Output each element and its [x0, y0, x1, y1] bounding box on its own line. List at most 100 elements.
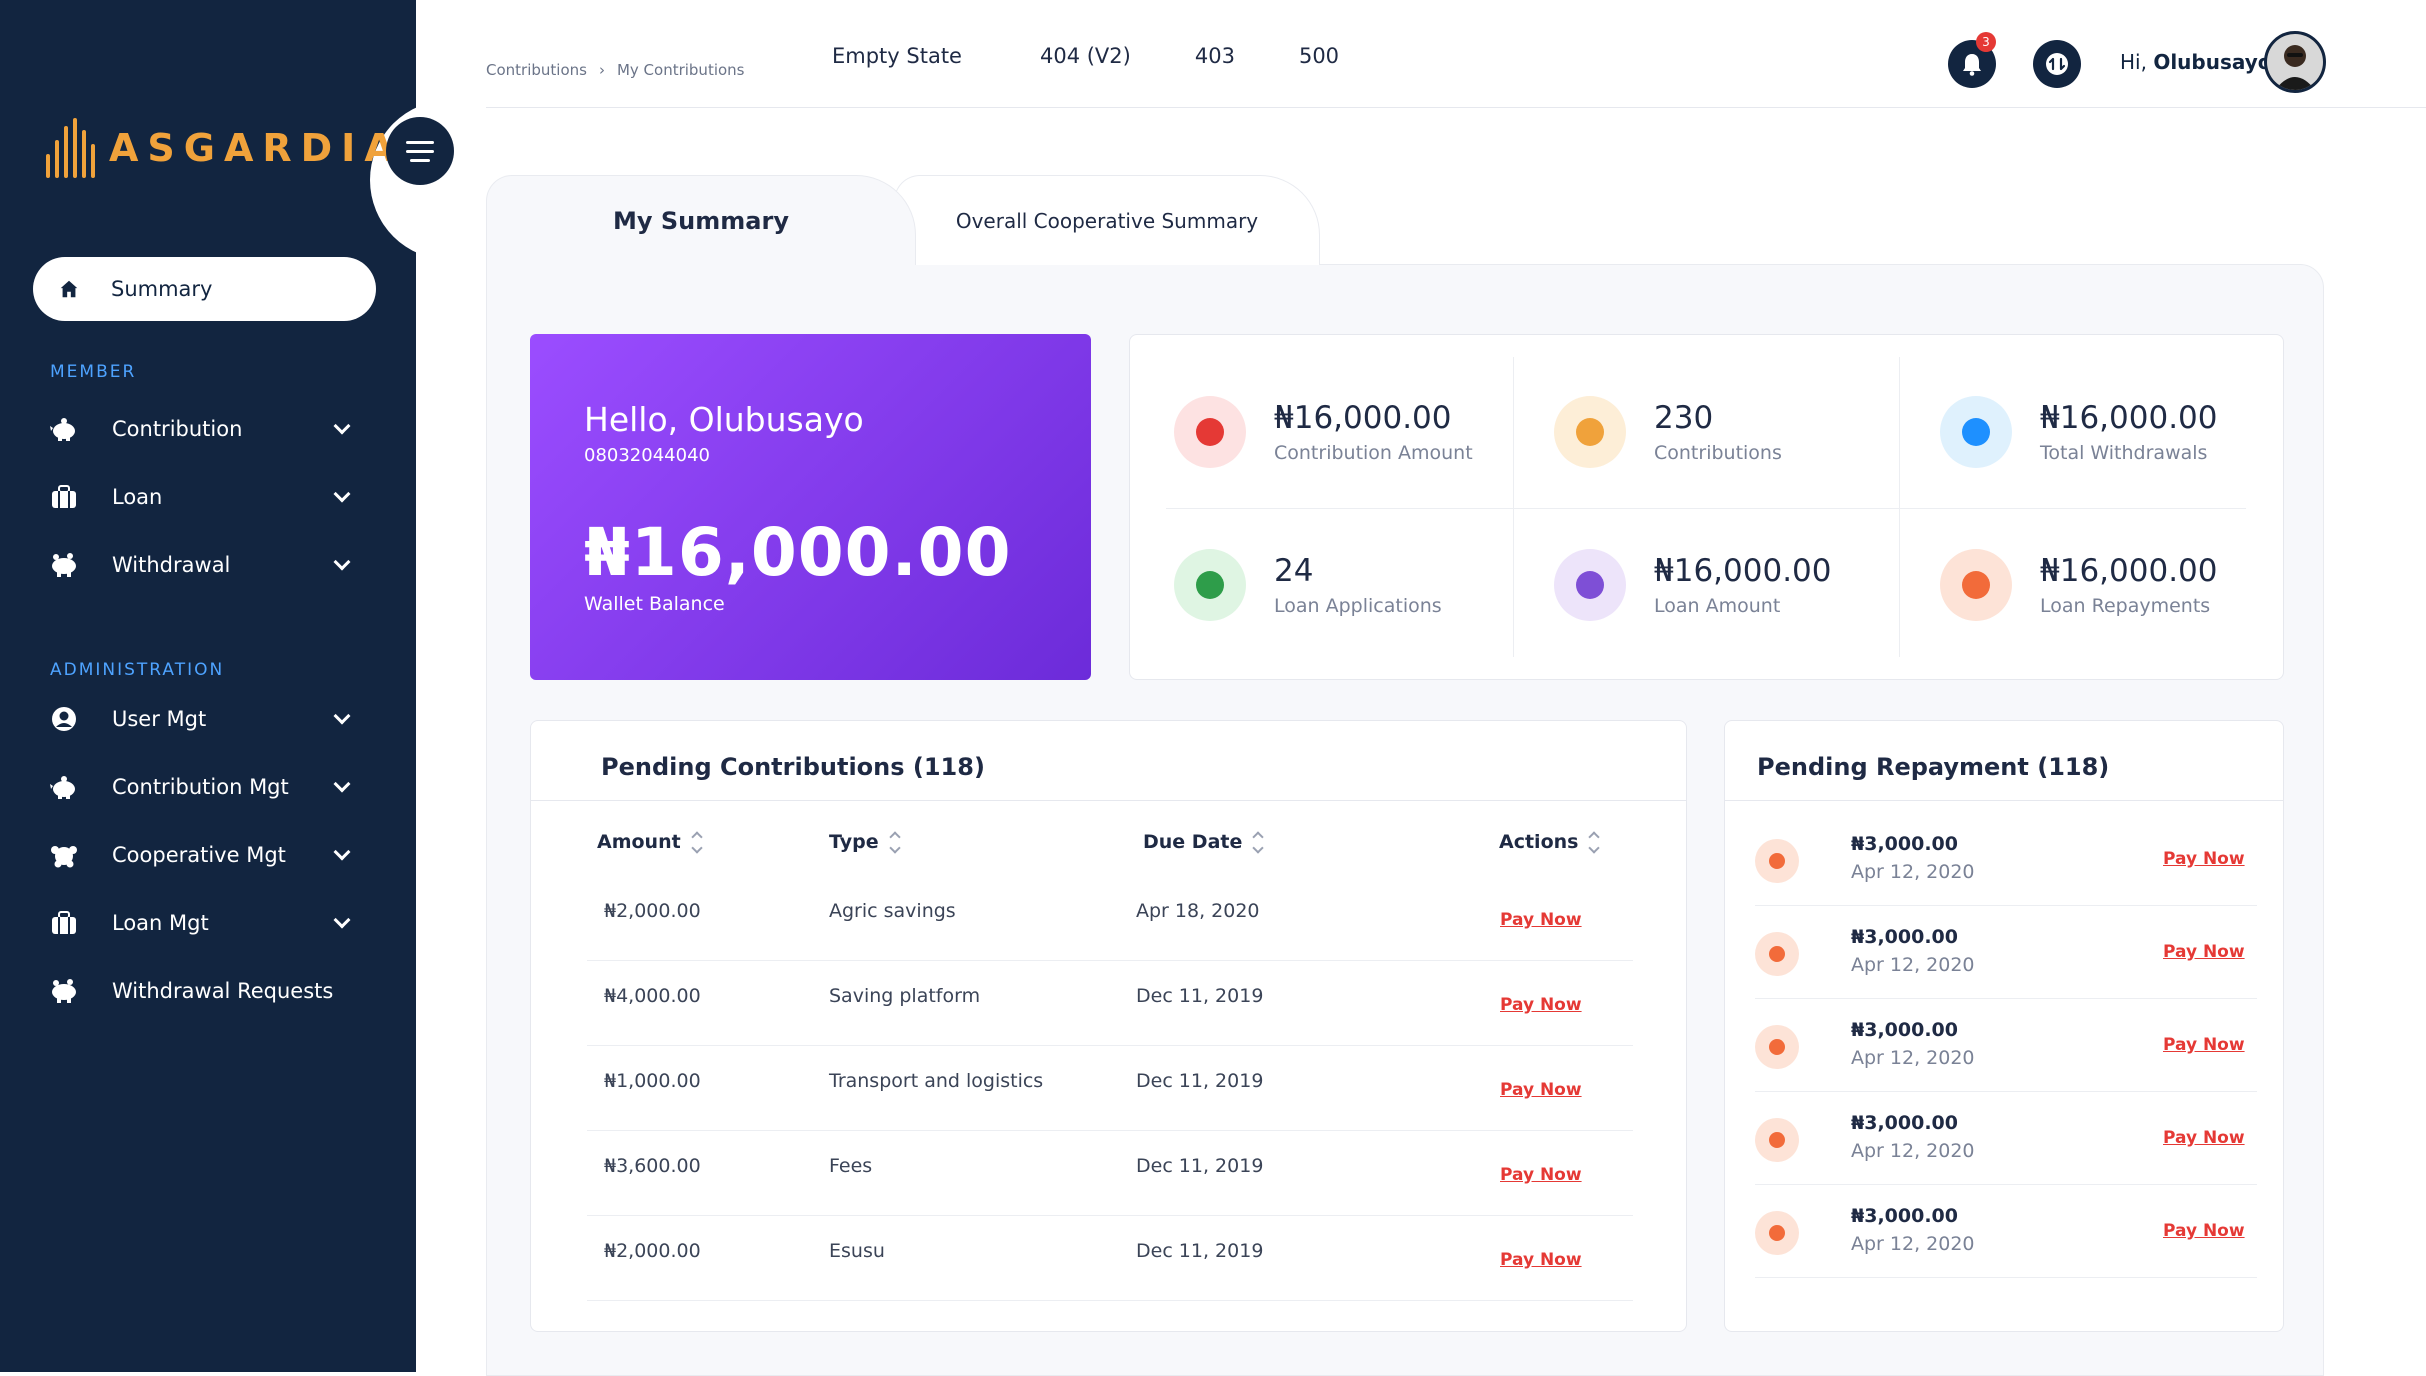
repayment-status-icon	[1755, 1025, 1799, 1069]
link-500[interactable]: 500	[1299, 44, 1339, 68]
stats-card: ₦16,000.00 Contribution Amount 230 Contrib…	[1129, 334, 2284, 680]
pay-now-link[interactable]: Pay Now	[2163, 942, 2245, 962]
pay-now-link[interactable]: Pay Now	[1500, 995, 1582, 1015]
sidebar-item-user-mgt[interactable]: User Mgt	[50, 697, 360, 741]
stat-icon	[1940, 549, 2012, 621]
sort-icon	[1252, 830, 1265, 854]
logo-mark-icon	[46, 118, 95, 178]
repayment-date: Apr 12, 2020	[1851, 1233, 1975, 1255]
wallet-greeting: Hello, Olubusayo	[584, 400, 864, 439]
sidebar-item-contribution[interactable]: Contribution	[50, 407, 360, 451]
switch-account-button[interactable]	[2033, 40, 2081, 88]
sidebar-item-summary[interactable]: Summary	[33, 257, 376, 321]
briefcase-icon	[50, 483, 78, 511]
chevron-down-icon	[333, 775, 351, 793]
pay-now-link[interactable]: Pay Now	[2163, 1221, 2245, 1241]
pay-now-link[interactable]: Pay Now	[2163, 1128, 2245, 1148]
cell-type: Fees	[829, 1155, 873, 1177]
table-row: ₦1,000.00 Transport and logistics Dec 11…	[587, 1046, 1633, 1131]
cell-amount: ₦1,000.00	[604, 1070, 701, 1092]
sidebar-item-contribution-mgt[interactable]: Contribution Mgt	[50, 765, 360, 809]
cell-type: Agric savings	[829, 900, 956, 922]
cell-type: Saving platform	[829, 985, 981, 1007]
pay-now-link[interactable]: Pay Now	[1500, 910, 1582, 930]
sidebar	[0, 0, 416, 1372]
avatar[interactable]	[2264, 31, 2326, 93]
sidebar-item-cooperative-mgt[interactable]: Cooperative Mgt	[50, 833, 360, 877]
user-name: Olubusayo	[2153, 50, 2272, 74]
stat-dot-icon	[1962, 571, 1990, 599]
piggy-bank-icon	[50, 415, 78, 443]
user-greeting: Hi, Olubusayo	[2120, 50, 2272, 74]
stat-loan-amount: ₦16,000.00 Loan Amount	[1510, 510, 1880, 660]
brand-logo[interactable]: ASGARDIA	[46, 118, 403, 178]
link-403[interactable]: 403	[1195, 44, 1235, 68]
stat-icon	[1940, 396, 2012, 468]
wallet-balance: ₦16,000.00	[584, 514, 1012, 591]
sidebar-item-label: Summary	[111, 277, 213, 301]
pending-repayment-card: Pending Repayment (118) ₦3,000.00 Apr 12…	[1724, 720, 2284, 1332]
column-header-type[interactable]: Type	[829, 830, 901, 854]
stat-dot-icon	[1962, 418, 1990, 446]
stat-label: Loan Amount	[1654, 595, 1781, 617]
column-header-amount[interactable]: Amount	[597, 830, 703, 854]
menu-toggle-button[interactable]	[386, 117, 454, 185]
chevron-down-icon	[333, 843, 351, 861]
column-header-actions[interactable]: Actions	[1499, 830, 1601, 854]
stat-value: ₦16,000.00	[2040, 400, 2218, 436]
stat-loan-repayments: ₦16,000.00 Loan Repayments	[1896, 510, 2266, 660]
pending-contributions-card: Pending Contributions (118) Amount Type …	[530, 720, 1687, 1332]
cell-amount: ₦4,000.00	[604, 985, 701, 1007]
repayment-date: Apr 12, 2020	[1851, 861, 1975, 883]
repayment-date: Apr 12, 2020	[1851, 1047, 1975, 1069]
sidebar-item-loan[interactable]: Loan	[50, 475, 360, 519]
group-icon	[50, 841, 78, 869]
stat-value: ₦16,000.00	[1274, 400, 1452, 436]
link-404-v2[interactable]: 404 (V2)	[1040, 44, 1131, 68]
chevron-down-icon	[333, 911, 351, 929]
stat-label: Total Withdrawals	[2040, 442, 2208, 464]
sidebar-item-label: Withdrawal Requests	[112, 979, 334, 1003]
greeting-prefix: Hi,	[2120, 50, 2147, 74]
column-header-due-date[interactable]: Due Date	[1143, 830, 1265, 854]
home-icon	[55, 275, 83, 303]
stat-total-withdrawals: ₦16,000.00 Total Withdrawals	[1896, 357, 2266, 507]
pay-now-link[interactable]: Pay Now	[2163, 1035, 2245, 1055]
switch-icon	[2046, 53, 2068, 75]
card-title: Pending Contributions (118)	[601, 753, 985, 781]
pay-now-link[interactable]: Pay Now	[1500, 1165, 1582, 1185]
sidebar-item-withdrawal[interactable]: Withdrawal	[50, 543, 360, 587]
link-empty-state[interactable]: Empty State	[832, 44, 962, 68]
sidebar-item-withdrawal-requests[interactable]: Withdrawal Requests	[50, 969, 360, 1013]
stat-icon	[1554, 549, 1626, 621]
tab-overall-cooperative-summary[interactable]: Overall Cooperative Summary	[894, 175, 1320, 265]
pay-now-link[interactable]: Pay Now	[1500, 1250, 1582, 1270]
chevron-down-icon	[333, 707, 351, 725]
divider	[1725, 800, 2283, 801]
repayment-status-icon	[1755, 1118, 1799, 1162]
stat-icon	[1554, 396, 1626, 468]
cell-due-date: Dec 11, 2019	[1136, 1240, 1264, 1262]
pay-now-link[interactable]: Pay Now	[2163, 849, 2245, 869]
sort-icon	[1588, 830, 1601, 854]
chevron-right-icon: ›	[598, 61, 605, 79]
bell-icon	[1963, 54, 1981, 76]
stat-contribution-amount: ₦16,000.00 Contribution Amount	[1130, 357, 1500, 507]
pay-now-link[interactable]: Pay Now	[1500, 1080, 1582, 1100]
chevron-down-icon	[333, 417, 351, 435]
sidebar-item-loan-mgt[interactable]: Loan Mgt	[50, 901, 360, 945]
stat-value: ₦16,000.00	[1654, 553, 1832, 589]
repayment-amount: ₦3,000.00	[1851, 1019, 1958, 1041]
notifications-button[interactable]: 3	[1948, 32, 1996, 88]
user-icon	[50, 705, 78, 733]
stat-dot-icon	[1576, 571, 1604, 599]
stat-icon	[1174, 396, 1246, 468]
table-row: ₦4,000.00 Saving platform Dec 11, 2019 P…	[587, 961, 1633, 1046]
breadcrumb-item[interactable]: Contributions	[486, 61, 587, 79]
section-title-administration: ADMINISTRATION	[50, 660, 225, 680]
column-header-label: Amount	[597, 831, 681, 853]
repayment-date: Apr 12, 2020	[1851, 954, 1975, 976]
stat-contributions: 230 Contributions	[1510, 357, 1880, 507]
tab-my-summary[interactable]: My Summary	[486, 175, 916, 265]
stat-label: Loan Repayments	[2040, 595, 2211, 617]
